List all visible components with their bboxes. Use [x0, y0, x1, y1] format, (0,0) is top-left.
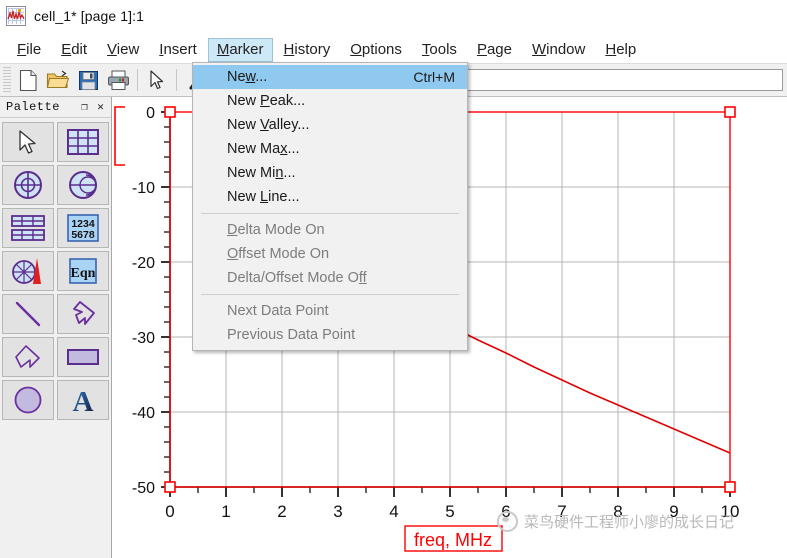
menu-item-next-data-point: Next Data Point: [193, 299, 467, 323]
title-bar: cell_1* [page 1]:1: [0, 0, 787, 31]
y-tick-label: -50: [132, 480, 155, 497]
menu-item-next-data-point-label: Next Data Point: [227, 303, 329, 319]
menu-item-new-valley[interactable]: New Valley...: [193, 113, 467, 137]
x-tick-label: 0: [165, 502, 174, 521]
trace-line[interactable]: [457, 329, 731, 454]
smith-chart-tool[interactable]: [57, 165, 109, 205]
filled-polygon-tool[interactable]: [57, 294, 109, 334]
menu-bar: File Edit View Insert Marker History Opt…: [0, 36, 787, 63]
x-axis-label-group[interactable]: freq, MHz: [404, 525, 503, 552]
menu-history[interactable]: History: [275, 38, 340, 62]
y-axis-minor-ticks: [164, 126, 170, 473]
watermark-logo-icon: [497, 511, 518, 532]
svg-text:5678: 5678: [71, 229, 95, 241]
polyline-tool[interactable]: [2, 337, 54, 377]
handle-top-left: [164, 106, 176, 118]
ads-data-display-window: cell_1* [page 1]:1 File Edit View Insert…: [0, 0, 787, 558]
x-tick-label: 2: [277, 502, 286, 521]
menu-item-new-peak[interactable]: New Peak...: [193, 89, 467, 113]
line-tool[interactable]: [2, 294, 54, 334]
handle-bottom-right: [724, 481, 736, 493]
equation-tool[interactable]: Eqn: [57, 251, 109, 291]
palette-panel: Palette ❐ ✕ 1234 5678 Eqn A: [0, 97, 112, 558]
new-document-icon[interactable]: [13, 66, 43, 94]
y-tick-label: -20: [132, 255, 155, 272]
left-selection-bracket: [114, 106, 125, 166]
palette-title: Palette: [6, 100, 60, 114]
pointer-arrow-icon[interactable]: [142, 66, 172, 94]
menu-insert[interactable]: Insert: [150, 38, 206, 62]
toolbar-separator: [137, 69, 138, 91]
numeric-data-tool[interactable]: 1234 5678: [57, 208, 109, 248]
menu-item-delta-mode-on: Delta Mode On: [227, 222, 325, 238]
x-axis-label: freq, MHz: [414, 530, 492, 550]
handle-bottom-left: [164, 481, 176, 493]
toolbar-grip[interactable]: [3, 67, 11, 93]
x-tick-label: 3: [333, 502, 342, 521]
menu-item-delta-offset-mode-off: Delta/Offset Mode Off: [227, 270, 367, 286]
palette-header: Palette ❐ ✕: [0, 97, 111, 118]
handle-top-right: [724, 106, 736, 118]
watermark-text: 菜鸟硬件工程师小廖的成长日记: [524, 513, 735, 531]
menu-separator-2: [201, 294, 459, 295]
menu-tools[interactable]: Tools: [413, 38, 466, 62]
undock-icon[interactable]: ❐: [78, 101, 91, 114]
rectangular-plot-tool[interactable]: [57, 122, 109, 162]
menu-page[interactable]: Page: [468, 38, 521, 62]
menu-help[interactable]: Help: [596, 38, 645, 62]
chart-window-icon: [6, 5, 26, 26]
select-arrow-tool[interactable]: [2, 122, 54, 162]
menu-item-offset-mode-on: Offset Mode On: [227, 246, 330, 262]
menu-item-previous-data-point-label: Previous Data Point: [227, 327, 356, 343]
menu-window[interactable]: Window: [523, 38, 594, 62]
menu-item-previous-data-point: Previous Data Point: [193, 323, 467, 347]
toolbar-separator-2: [176, 69, 177, 91]
y-tick-label: 0: [146, 105, 155, 122]
menu-item-new[interactable]: New... Ctrl+M: [193, 65, 467, 89]
polar-plot-tool[interactable]: [2, 165, 54, 205]
x-tick-label: 1: [221, 502, 230, 521]
y-tick-label: -10: [132, 180, 155, 197]
y-tick-label: -40: [132, 405, 155, 422]
list-table-tool[interactable]: [2, 208, 54, 248]
y-axis-tick-labels: 0 -10 -20 -30 -40 -50: [132, 105, 155, 497]
menu-file[interactable]: File: [8, 38, 50, 62]
svg-text:A: A: [73, 386, 94, 415]
window-title: cell_1* [page 1]:1: [34, 7, 144, 24]
x-tick-label: 4: [389, 502, 398, 521]
text-tool[interactable]: A: [57, 380, 109, 420]
x-tick-label: 5: [445, 502, 454, 521]
svg-text:Eqn: Eqn: [71, 266, 96, 281]
y-tick-label: -30: [132, 330, 155, 347]
menu-options[interactable]: Options: [341, 38, 411, 62]
watermark: 菜鸟硬件工程师小廖的成长日记: [497, 511, 734, 532]
menu-view[interactable]: View: [98, 38, 148, 62]
menu-item-new-accelerator: Ctrl+M: [413, 69, 455, 85]
circle-tool[interactable]: [2, 380, 54, 420]
menu-separator-1: [201, 213, 459, 214]
menu-item-new-line[interactable]: New Line...: [193, 185, 467, 209]
print-icon[interactable]: [103, 66, 133, 94]
antenna-plot-tool[interactable]: [2, 251, 54, 291]
close-icon[interactable]: ✕: [94, 101, 107, 114]
open-folder-icon[interactable]: [43, 66, 73, 94]
menu-item-new-max[interactable]: New Max...: [193, 137, 467, 161]
palette-tool-grid: 1234 5678 Eqn A: [0, 118, 111, 424]
save-disk-icon[interactable]: [73, 66, 103, 94]
menu-edit[interactable]: Edit: [52, 38, 96, 62]
menu-item-new-min[interactable]: New Min...: [193, 161, 467, 185]
rectangle-tool[interactable]: [57, 337, 109, 377]
menu-marker[interactable]: Marker: [207, 37, 273, 62]
marker-dropdown-menu[interactable]: New... Ctrl+M New Peak... New Valley... …: [192, 62, 468, 351]
y-axis-ticks: [161, 111, 170, 488]
